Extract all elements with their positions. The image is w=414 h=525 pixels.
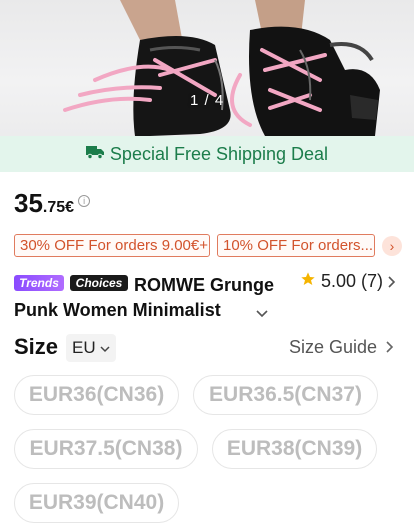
price-main: 35 <box>14 188 43 218</box>
choices-badge: Choices <box>70 275 128 291</box>
size-guide-link[interactable]: Size Guide <box>289 337 377 358</box>
size-label: Size <box>14 334 59 359</box>
rating-value: 5.00 <box>321 271 357 291</box>
chevron-down-icon[interactable] <box>256 305 268 323</box>
product-title-line2: Punk Women Minimalist <box>14 300 221 320</box>
price: 35 .75€ i <box>14 188 91 219</box>
truck-icon <box>85 145 104 164</box>
chevron-right-icon[interactable] <box>386 340 394 358</box>
size-unit-select[interactable]: EU <box>66 334 116 362</box>
size-option[interactable]: EUR36.5(CN37) <box>193 375 378 415</box>
size-option[interactable]: EUR39(CN40) <box>14 483 179 523</box>
size-unit-value: EU <box>72 338 96 357</box>
image-counter: 1 / 4 <box>190 92 225 109</box>
rating[interactable]: 5.00 (7) <box>300 271 383 292</box>
star-icon <box>300 271 316 292</box>
shipping-banner: Special Free Shipping Deal <box>0 136 414 172</box>
size-option[interactable]: EUR36(CN36) <box>14 375 179 415</box>
size-option[interactable]: EUR38(CN39) <box>212 429 377 469</box>
shipping-label: Special Free Shipping Deal <box>109 143 329 164</box>
info-icon[interactable]: i <box>78 195 91 207</box>
boots-photo <box>63 0 380 136</box>
product-image[interactable]: 1 / 4 <box>0 0 414 136</box>
trends-badge: Trends <box>14 275 64 291</box>
coupon-30-off[interactable]: 30% OFF For orders 9.00€+ <box>14 234 210 257</box>
chevron-right-icon[interactable] <box>388 275 396 293</box>
review-count: (7) <box>361 271 384 291</box>
chevron-right-icon[interactable]: › <box>382 236 402 256</box>
coupon-10-off[interactable]: 10% OFF For orders... <box>217 234 375 257</box>
size-option[interactable]: EUR37.5(CN38) <box>14 429 198 469</box>
chevron-down-icon <box>100 338 110 358</box>
product-title-line1: ROMWE Grunge <box>134 275 274 295</box>
price-decimal: .75€ <box>42 199 75 216</box>
